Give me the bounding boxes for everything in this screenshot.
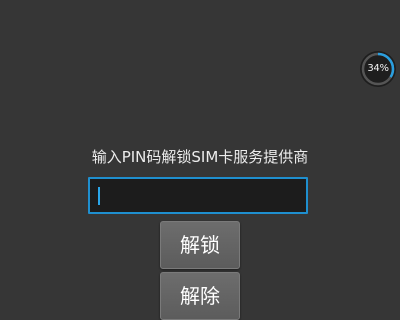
- sim-pin-unlock-screen: 34% 输入PIN码解锁SIM卡服务提供商 解锁 解除: [0, 0, 400, 320]
- pin-prompt-text: 输入PIN码解锁SIM卡服务提供商: [91, 148, 309, 166]
- text-cursor: [98, 187, 100, 205]
- unlock-button[interactable]: 解锁: [160, 221, 240, 269]
- pin-input[interactable]: [90, 179, 306, 212]
- progress-badge: 34%: [359, 50, 397, 88]
- pin-entry-field[interactable]: [88, 177, 308, 214]
- progress-percent-text: 34%: [367, 63, 389, 74]
- dismiss-button[interactable]: 解除: [160, 272, 240, 320]
